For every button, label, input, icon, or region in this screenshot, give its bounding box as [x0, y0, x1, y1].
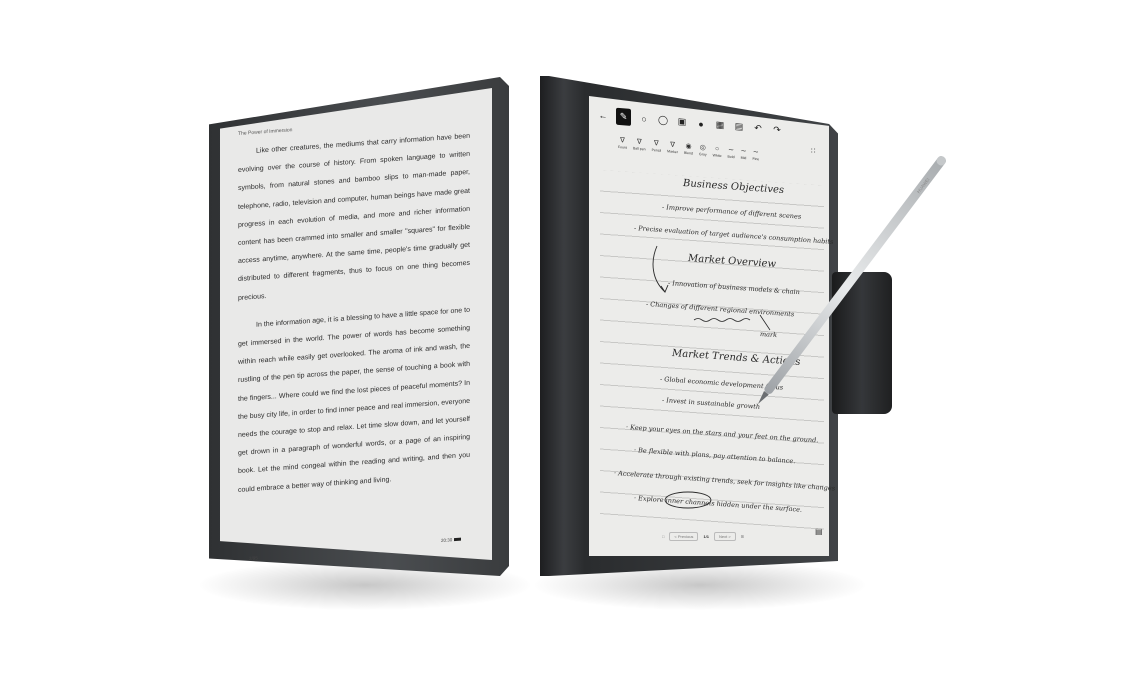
- tool-label: Marker: [667, 149, 679, 155]
- template-icon[interactable]: ▤: [733, 120, 745, 133]
- color-dot-icon: ◉: [685, 142, 692, 151]
- tool-label: Blend: [684, 150, 693, 156]
- page-navigator: □ < Previous 1/1 Next > ⊞: [662, 532, 744, 541]
- battery-icon: [454, 537, 462, 542]
- save-icon[interactable]: ▤: [815, 527, 823, 536]
- tool-ballpen[interactable]: ∇ Ball pen: [633, 137, 646, 152]
- more-icon[interactable]: ∷: [811, 147, 815, 155]
- tool-label: Fine: [752, 156, 760, 162]
- undo-icon[interactable]: ↶: [752, 122, 764, 135]
- color-gray[interactable]: ◎ Gray: [699, 143, 707, 157]
- page-indicator: 2/95: [249, 555, 258, 561]
- color-dot-icon: ○: [714, 144, 720, 153]
- text-box-icon[interactable]: ▣: [676, 115, 688, 128]
- pencil-icon: ∇: [654, 140, 659, 148]
- tool-label: Gray: [699, 152, 707, 157]
- note-line: mark: [760, 330, 778, 340]
- lasso-icon[interactable]: ◯: [657, 114, 669, 127]
- paragraph-1: Like other creatures, the mediums that c…: [238, 132, 470, 302]
- clock-text: 20:30: [441, 537, 453, 543]
- weight-fine[interactable]: ∼ Fine: [752, 148, 759, 162]
- tool-label: Bold: [727, 154, 735, 160]
- color-white[interactable]: ○ White: [713, 145, 722, 158]
- marker-icon: ∇: [670, 141, 675, 149]
- fountain-pen-icon: ∇: [620, 137, 625, 145]
- weight-bold[interactable]: ∼ Bold: [728, 146, 735, 160]
- tool-label: White: [712, 152, 722, 158]
- stroke-icon: ∼: [752, 148, 759, 157]
- tool-fount[interactable]: ∇ Fount: [618, 136, 627, 150]
- next-page-button[interactable]: Next >: [714, 532, 736, 541]
- tool-pencil[interactable]: ∇ Pencil: [652, 139, 662, 153]
- stylus-cap: [936, 156, 946, 166]
- tool-marker[interactable]: ∇ Marker: [667, 140, 679, 155]
- folio-cover-flap: [832, 272, 892, 414]
- tool-label: Mid: [740, 155, 747, 161]
- image-icon[interactable]: ▦: [714, 119, 726, 132]
- weight-mid[interactable]: ∼ Mid: [741, 147, 747, 161]
- stroke-icon: ∼: [740, 147, 747, 156]
- stylus-brand: HUAWEI: [916, 177, 931, 194]
- paragraph-2: In the information age, it is a blessing…: [238, 306, 470, 494]
- ereader-page: The Power of Immersion Like other creatu…: [238, 114, 470, 510]
- page-count: 1/1: [703, 534, 709, 539]
- add-page-icon[interactable]: ⊞: [741, 534, 744, 539]
- redo-icon[interactable]: ↷: [771, 124, 783, 137]
- previous-page-button[interactable]: < Previous: [669, 532, 699, 541]
- tool-label: Pencil: [651, 147, 662, 153]
- eraser-icon[interactable]: ○: [638, 112, 650, 125]
- tool-label: Fount: [618, 145, 627, 150]
- ballpen-icon: ∇: [636, 138, 642, 147]
- color-dot-icon: ◎: [699, 144, 706, 152]
- microphone-icon[interactable]: ●: [695, 117, 707, 130]
- back-arrow-icon[interactable]: ←: [597, 109, 609, 122]
- pen-tool-icon[interactable]: ✎: [616, 107, 631, 126]
- stroke-icon: ∼: [728, 146, 734, 155]
- first-page-icon[interactable]: □: [662, 534, 664, 539]
- color-blend[interactable]: ◉ Blend: [684, 142, 693, 156]
